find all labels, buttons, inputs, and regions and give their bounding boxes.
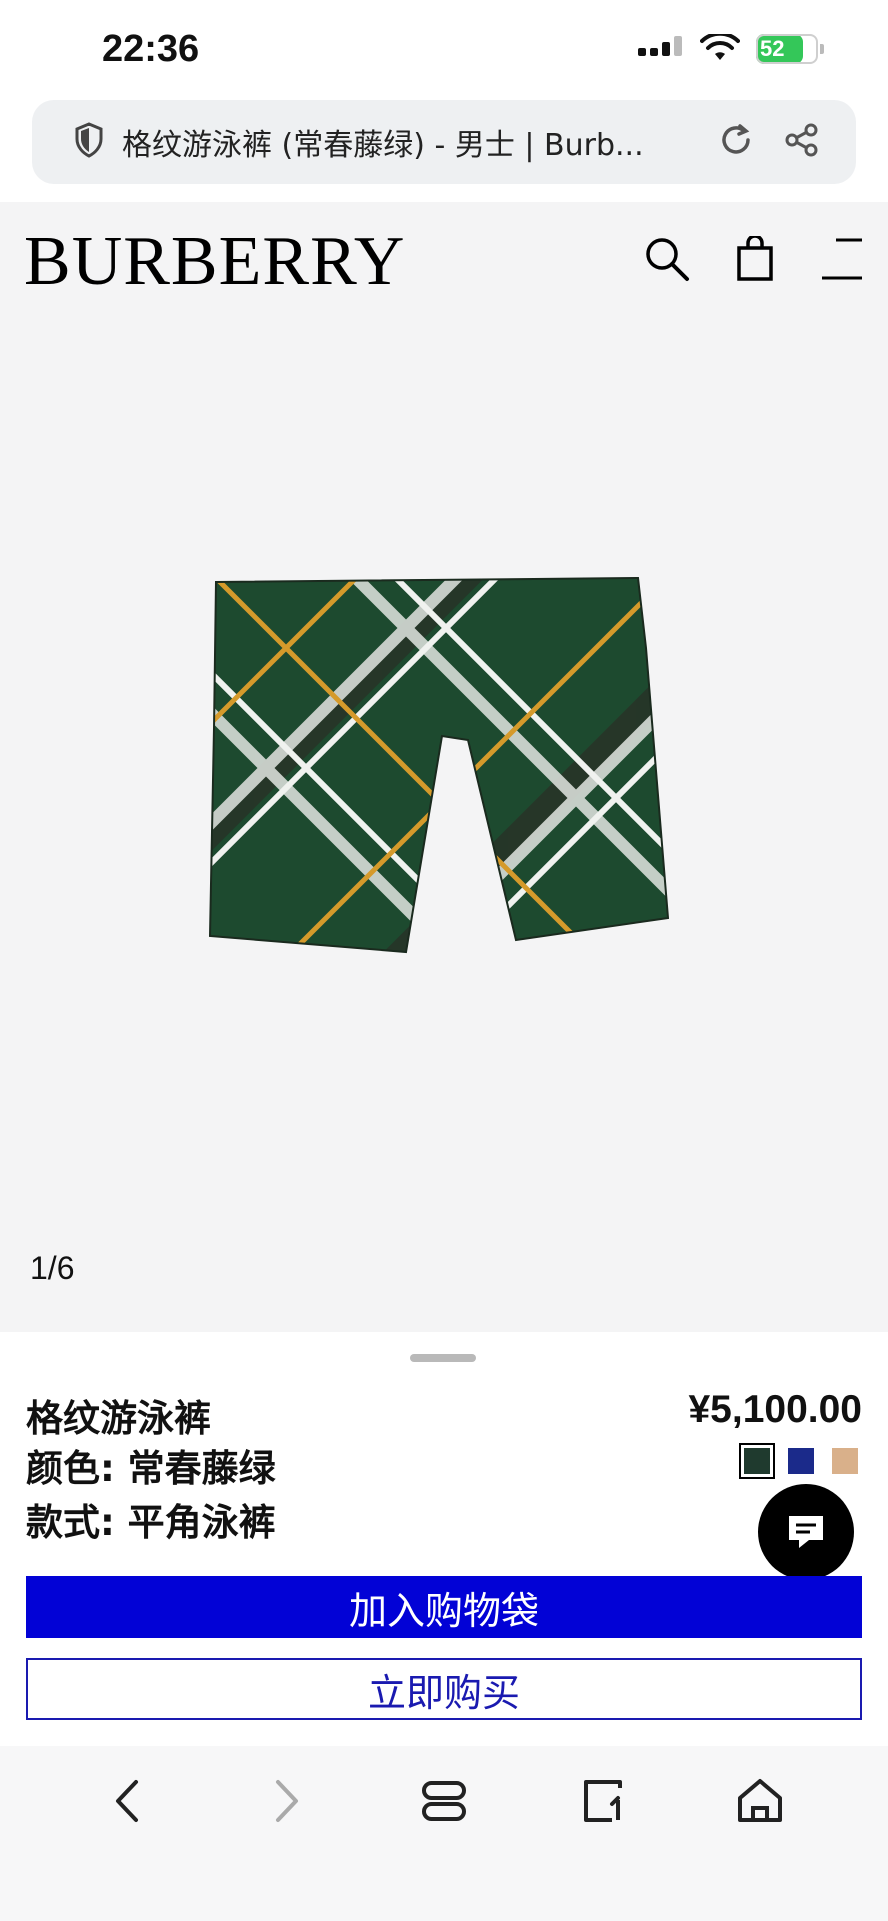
reload-icon[interactable] <box>718 122 754 158</box>
status-time: 22:36 <box>102 28 200 70</box>
product-info-sheet: 格纹游泳裤 ¥5,100.00 颜色: 常春藤绿 款式: 平角泳裤 加入购物袋 … <box>0 1332 888 1746</box>
page-title[interactable]: 格纹游泳裤 (常春藤绿) - 男士 | Burb... <box>122 120 644 164</box>
shopping-bag-icon[interactable] <box>736 236 774 282</box>
home-icon[interactable] <box>736 1776 784 1826</box>
status-bar: 22:36 52 <box>0 0 888 100</box>
battery-level: 52 <box>760 36 785 61</box>
chat-button[interactable] <box>758 1484 854 1580</box>
status-icons: 52 <box>636 34 824 64</box>
image-counter: 1/6 <box>30 1250 75 1286</box>
search-icon[interactable] <box>644 236 690 282</box>
browser-toolbar <box>0 1746 888 1921</box>
shield-icon[interactable] <box>74 122 104 158</box>
burberry-logo[interactable]: BURBERRY <box>24 222 405 302</box>
chat-icon <box>789 1516 823 1548</box>
address-bar[interactable]: 格纹游泳裤 (常春藤绿) - 男士 | Burb... <box>32 100 856 184</box>
menu-icon[interactable] <box>820 236 864 282</box>
add-to-bag-button[interactable]: 加入购物袋 <box>26 1576 862 1638</box>
product-color: 颜色: 常春藤绿 <box>26 1447 276 1490</box>
color-swatches <box>739 1443 858 1479</box>
swatch-ivy-green[interactable] <box>739 1443 775 1479</box>
site-header: BURBERRY <box>0 202 888 320</box>
back-icon[interactable] <box>108 1776 148 1826</box>
battery-indicator: 52 <box>756 34 824 64</box>
product-gallery[interactable]: 1/6 <box>0 320 888 1332</box>
sheet-drag-handle[interactable] <box>410 1354 476 1362</box>
product-image <box>208 576 670 954</box>
swatch-beige[interactable] <box>832 1448 858 1474</box>
product-name: 格纹游泳裤 <box>26 1397 211 1440</box>
bookmark-icon[interactable] <box>580 1776 628 1826</box>
browser-address-area: 格纹游泳裤 (常春藤绿) - 男士 | Burb... <box>0 100 888 202</box>
wifi-icon <box>700 34 740 60</box>
signal-icon <box>638 36 682 56</box>
swatch-navy[interactable] <box>788 1448 814 1474</box>
share-icon[interactable] <box>784 122 820 158</box>
buy-now-button[interactable]: 立即购买 <box>26 1658 862 1720</box>
product-price: ¥5,100.00 <box>688 1388 862 1431</box>
tabs-icon[interactable] <box>420 1776 468 1826</box>
product-style: 款式: 平角泳裤 <box>26 1501 276 1544</box>
forward-icon[interactable] <box>266 1776 306 1826</box>
